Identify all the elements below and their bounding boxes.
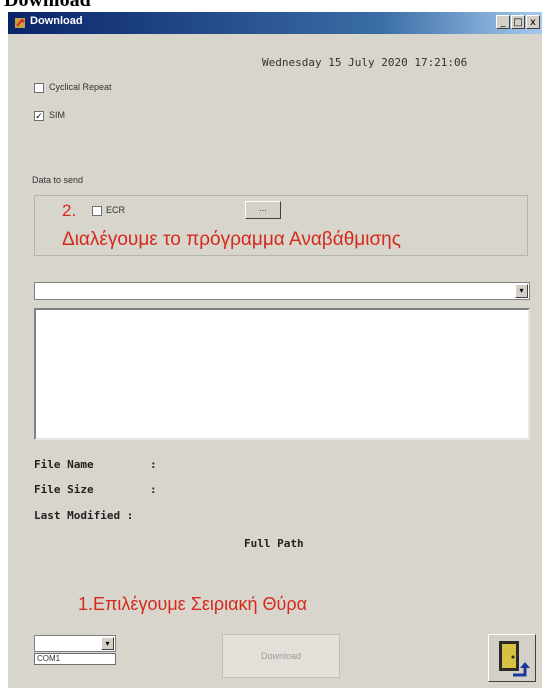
file-size-sep: : (150, 483, 157, 496)
file-select-dropdown[interactable]: ▾ (34, 282, 530, 300)
browse-button[interactable]: ... (245, 201, 281, 219)
last-modified-label: Last Modified : (34, 509, 134, 522)
exit-button[interactable] (488, 634, 536, 682)
chevron-down-icon[interactable]: ▾ (101, 637, 114, 650)
file-name-sep: : (150, 458, 157, 471)
close-button[interactable]: x (526, 15, 540, 29)
title-bar[interactable]: Download _ □ x (8, 12, 542, 34)
download-button[interactable]: Download (222, 634, 340, 678)
cyclical-repeat-checkbox[interactable] (34, 83, 44, 93)
chevron-down-icon[interactable]: ▾ (515, 284, 528, 298)
full-path-label: Full Path (244, 537, 304, 550)
data-to-send-label: Data to send (32, 175, 84, 185)
step-2-number: 2. (62, 201, 77, 220)
sim-checkbox[interactable]: ✓ (34, 111, 44, 121)
file-list-box[interactable] (34, 308, 530, 440)
sim-label: SIM (49, 110, 66, 120)
minimize-button[interactable]: _ (496, 15, 510, 29)
ecr-checkbox[interactable] (92, 206, 102, 216)
datetime-display: Wednesday 15 July 2020 17:21:06 (262, 56, 468, 69)
file-name-label: File Name (34, 458, 94, 471)
app-icon (15, 18, 25, 28)
select-program-instruction: Διαλέγουμε το πρόγραμμα Αναβάθμισης (62, 229, 401, 250)
cyclical-repeat-label: Cyclical Repeat (49, 82, 112, 92)
ecr-label: ECR (106, 205, 126, 215)
page-heading-fragment: Download (0, 0, 542, 12)
maximize-button[interactable]: □ (511, 15, 525, 29)
serial-port-value: COM1 (34, 653, 116, 665)
exit-door-icon (499, 641, 530, 677)
select-port-instruction: 1.Επιλέγουμε Σειριακή Θύρα (78, 594, 308, 614)
serial-port-dropdown[interactable]: ▾ (34, 635, 116, 652)
page-heading-text: Download (4, 0, 91, 11)
download-window: Download _ □ x Wednesday 15 July 2020 17… (8, 12, 542, 688)
file-size-label: File Size (34, 483, 94, 496)
window-title: Download (30, 15, 83, 27)
